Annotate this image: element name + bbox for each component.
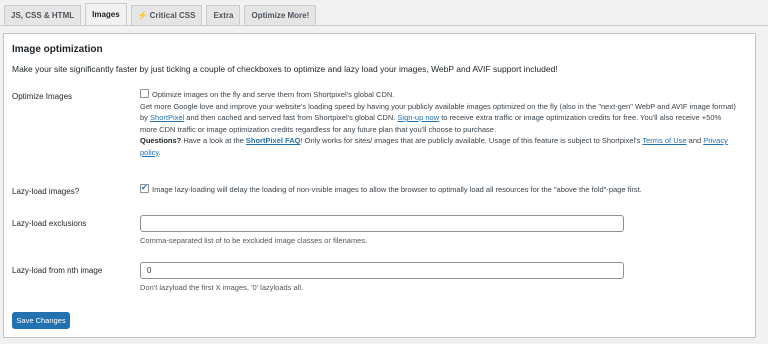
optimize-images-checkbox-label: Optimize images on the fly and serve the… xyxy=(152,90,395,99)
lazyload-label: Lazy-load images? xyxy=(12,187,80,196)
lazyload-nth-description: Don't lazyload the first X images, '0' l… xyxy=(140,283,304,292)
lazyload-exclusions-input[interactable] xyxy=(140,215,624,232)
section-intro: Make your site significantly faster by j… xyxy=(12,64,558,74)
lazyload-nth-label: Lazy-load from nth image xyxy=(12,266,103,275)
optimize-images-label: Optimize Images xyxy=(12,92,73,101)
questions-text: . xyxy=(158,147,161,157)
tab-label: Optimize More! xyxy=(251,11,310,20)
optimize-images-field: Optimize images on the fly and serve the… xyxy=(140,89,740,158)
image-optimization-panel: Image optimization Make your site signif… xyxy=(3,33,756,338)
tab-optimize-more[interactable]: Optimize More! xyxy=(244,5,317,25)
tab-label: Extra xyxy=(213,11,234,20)
terms-link[interactable]: Terms of Use xyxy=(642,136,686,145)
shortpixel-link[interactable]: ShortPixel xyxy=(150,113,184,122)
section-title: Image optimization xyxy=(12,44,103,55)
tab-critical-css[interactable]: ⚡ Critical CSS xyxy=(130,5,203,25)
lazyload-nth-input[interactable]: 0 xyxy=(140,262,624,279)
optimize-images-description: Get more Google love and improve your we… xyxy=(140,101,740,136)
questions-text: Have a look at the xyxy=(181,136,246,145)
settings-tabs: JS, CSS & HTML Images ⚡ Critical CSS Extr… xyxy=(4,3,768,26)
questions-label: Questions? xyxy=(140,136,182,145)
questions-text: ! Only works for sites/ images that are … xyxy=(300,136,643,145)
tab-js-css-html[interactable]: JS, CSS & HTML xyxy=(4,5,82,25)
lazyload-exclusions-description: Comma-separated list of to be excluded i… xyxy=(140,236,368,245)
questions-text: and xyxy=(686,136,704,145)
save-changes-button[interactable]: Save Changes xyxy=(12,312,70,329)
desc-text: and then cached and served fast from Sho… xyxy=(184,113,398,122)
tab-label: Critical CSS xyxy=(149,11,196,20)
signup-link[interactable]: Sign-up now xyxy=(397,113,439,122)
bolt-icon: ⚡ xyxy=(137,11,148,20)
optimize-images-questions: Questions? Have a look at the ShortPixel… xyxy=(140,135,740,158)
optimize-images-checkbox[interactable] xyxy=(140,89,149,98)
lazyload-exclusions-label: Lazy-load exclusions xyxy=(12,219,87,228)
shortpixel-faq-link[interactable]: ShortPixel FAQ xyxy=(246,136,301,145)
tab-images[interactable]: Images xyxy=(85,3,127,26)
tab-label: JS, CSS & HTML xyxy=(11,11,75,20)
lazyload-checkbox-label: Image lazy-loading will delay the loadin… xyxy=(152,185,642,194)
tab-extra[interactable]: Extra xyxy=(206,5,241,25)
lazyload-checkbox[interactable] xyxy=(140,182,149,194)
tab-label: Images xyxy=(92,10,120,19)
lazyload-field: Image lazy-loading will delay the loadin… xyxy=(140,182,740,196)
tab-divider xyxy=(0,25,768,26)
